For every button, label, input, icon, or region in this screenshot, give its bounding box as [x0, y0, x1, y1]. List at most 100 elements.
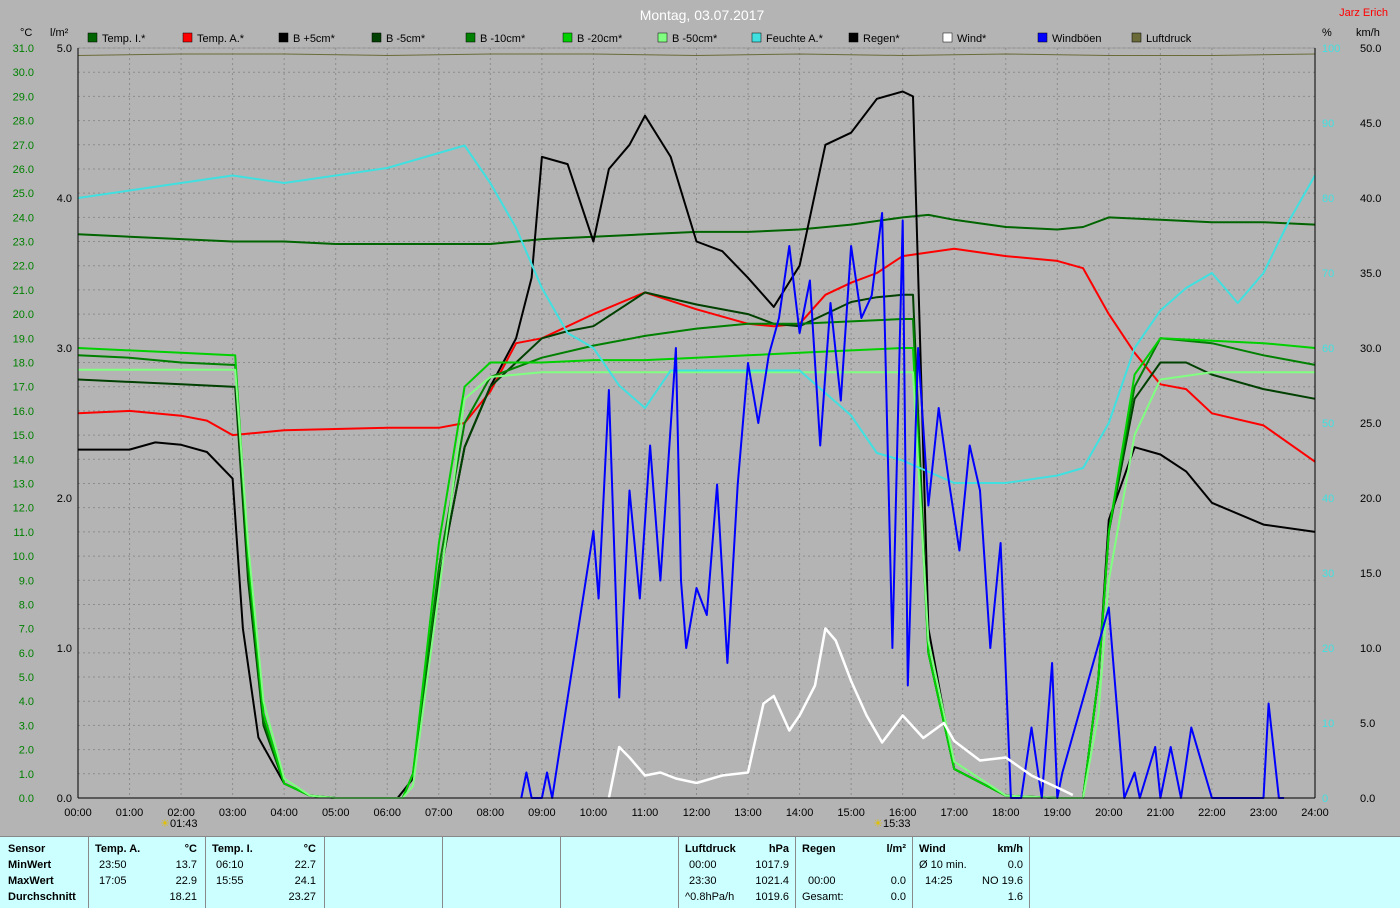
sun-icon: ☀ — [160, 818, 170, 830]
y-wind-tick-label: 30.0 — [1360, 343, 1381, 355]
legend-item: B -50cm* — [657, 32, 718, 45]
y-rain-tick-label: 5.0 — [57, 43, 72, 55]
legend-item: B +5cm* — [278, 32, 336, 45]
y-temp-tick-label: 11.0 — [13, 527, 34, 539]
y-temp-tick-label: 13.0 — [13, 478, 34, 490]
unit-celsius: °C — [20, 27, 32, 39]
y-wind-tick-label: 45.0 — [1360, 118, 1381, 130]
x-tick-label: 24:00 — [1301, 807, 1329, 819]
x-tick-label: 13:00 — [734, 807, 762, 819]
legend-swatch — [1037, 32, 1048, 43]
legend-item: B -10cm* — [465, 32, 526, 45]
y-temp-tick-label: 8.0 — [19, 599, 34, 611]
temp-a-unit: °C — [184, 843, 197, 855]
y-temp-tick-label: 6.0 — [19, 648, 34, 660]
pressure-trend: ^0.8hPa/h — [685, 891, 735, 903]
y-rain-tick-label: 4.0 — [57, 193, 72, 205]
rain-header: Regen — [802, 843, 836, 855]
y-temp-tick-label: 16.0 — [13, 406, 34, 418]
y-temp-tick-label: 1.0 — [19, 769, 34, 781]
y-temp-tick-label: 4.0 — [19, 696, 34, 708]
legend-label: Windböen — [1052, 33, 1102, 45]
x-tick-label: 19:00 — [1044, 807, 1072, 819]
x-tick-label: 09:00 — [528, 807, 556, 819]
author-label: Jarz Erich — [1339, 7, 1388, 19]
y-temp-tick-label: 21.0 — [13, 285, 34, 297]
y-humidity-tick-label: 30 — [1322, 568, 1334, 580]
pressure-header: Luftdruck — [685, 843, 736, 855]
stats-rain: Regen l/m² 00:00 0.0 Gesamt: 0.0 — [796, 837, 912, 908]
y-rain-tick-label: 2.0 — [57, 493, 72, 505]
y-rain-tick-label: 1.0 — [57, 643, 72, 655]
x-tick-label: 20:00 — [1095, 807, 1123, 819]
unit-kmh: km/h — [1356, 27, 1380, 39]
wind-max-time: 14:25 — [925, 875, 953, 887]
rain-time: 00:00 — [808, 875, 836, 887]
temp-i-unit: °C — [303, 843, 316, 855]
x-tick-label: 05:00 — [322, 807, 350, 819]
y-rain-tick-label: 0.0 — [57, 793, 72, 805]
pressure-average: 1019.6 — [755, 891, 789, 903]
y-humidity-tick-label: 100 — [1322, 43, 1340, 55]
y-wind-tick-label: 15.0 — [1360, 568, 1381, 580]
y-temp-tick-label: 31.0 — [13, 43, 34, 55]
legend-swatch — [278, 32, 289, 43]
wind-avg-value: 0.0 — [1007, 859, 1023, 871]
legend-item: Temp. I.* — [87, 32, 146, 45]
legend-label: B -20cm* — [577, 33, 623, 45]
x-tick-label: 01:00 — [116, 807, 144, 819]
temp-a-max-time: 17:05 — [99, 875, 127, 887]
legend-item: Windböen — [1037, 32, 1102, 45]
stats-divider — [324, 837, 325, 908]
stats-pressure: Luftdruck hPa 00:00 1017.9 23:30 1021.4 … — [679, 837, 795, 908]
rain-unit: l/m² — [886, 843, 906, 855]
temp-i-max-time: 15:55 — [216, 875, 244, 887]
y-wind-tick-label: 20.0 — [1360, 493, 1381, 505]
y-temp-tick-label: 7.0 — [19, 624, 34, 636]
legend-item: Regen* — [848, 32, 900, 45]
y-humidity-tick-label: 70 — [1322, 268, 1334, 280]
y-temp-tick-label: 18.0 — [13, 358, 34, 370]
y-wind-tick-label: 5.0 — [1360, 718, 1375, 730]
legend-swatch — [942, 32, 953, 43]
legend-swatch — [848, 32, 859, 43]
y-temp-tick-label: 27.0 — [13, 140, 34, 152]
y-wind-tick-label: 40.0 — [1360, 193, 1381, 205]
temp-i-min-time: 06:10 — [216, 859, 244, 871]
x-tick-label: 04:00 — [270, 807, 298, 819]
unit-rain: l/m² — [50, 27, 69, 39]
temp-i-max-value: 24.1 — [294, 875, 316, 887]
legend-label: Temp. A.* — [197, 33, 245, 45]
x-tick-label: 23:00 — [1250, 807, 1278, 819]
legend-item: B -5cm* — [371, 32, 426, 45]
y-temp-tick-label: 9.0 — [19, 575, 34, 587]
pressure-min-time: 00:00 — [689, 859, 717, 871]
legend-label: B +5cm* — [293, 33, 336, 45]
stats-row-avg: Durchschnitt — [8, 891, 76, 903]
sunset-time: 15:33 — [883, 818, 911, 830]
x-tick-label: 22:00 — [1198, 807, 1226, 819]
x-tick-label: 08:00 — [477, 807, 505, 819]
x-tick-label: 14:00 — [786, 807, 814, 819]
legend-item: B -20cm* — [562, 32, 623, 45]
x-tick-label: 18:00 — [992, 807, 1020, 819]
legend-label: Wind* — [957, 33, 987, 45]
x-tick-label: 17:00 — [940, 807, 968, 819]
y-temp-tick-label: 15.0 — [13, 430, 34, 442]
legend-swatch — [87, 32, 98, 43]
y-wind-tick-label: 35.0 — [1360, 268, 1381, 280]
x-tick-label: 03:00 — [219, 807, 247, 819]
y-humidity-tick-label: 50 — [1322, 418, 1334, 430]
legend-swatch — [562, 32, 573, 43]
legend-item: Feuchte A.* — [751, 32, 824, 45]
sun-icon: ☀ — [873, 818, 883, 830]
temp-i-min-value: 22.7 — [294, 859, 316, 871]
weather-chart: Temp. I.* Temp. A.* B +5cm* B -5cm* B -10cm*… — [13, 7, 1388, 830]
legend-label: B -5cm* — [386, 33, 426, 45]
legend-label: B -50cm* — [672, 33, 718, 45]
y-humidity-tick-label: 10 — [1322, 718, 1334, 730]
y-temp-tick-label: 3.0 — [19, 720, 34, 732]
temp-a-max-value: 22.9 — [175, 875, 197, 887]
sunrise-time: 01:43 — [170, 818, 198, 830]
y-temp-tick-label: 22.0 — [13, 261, 34, 273]
